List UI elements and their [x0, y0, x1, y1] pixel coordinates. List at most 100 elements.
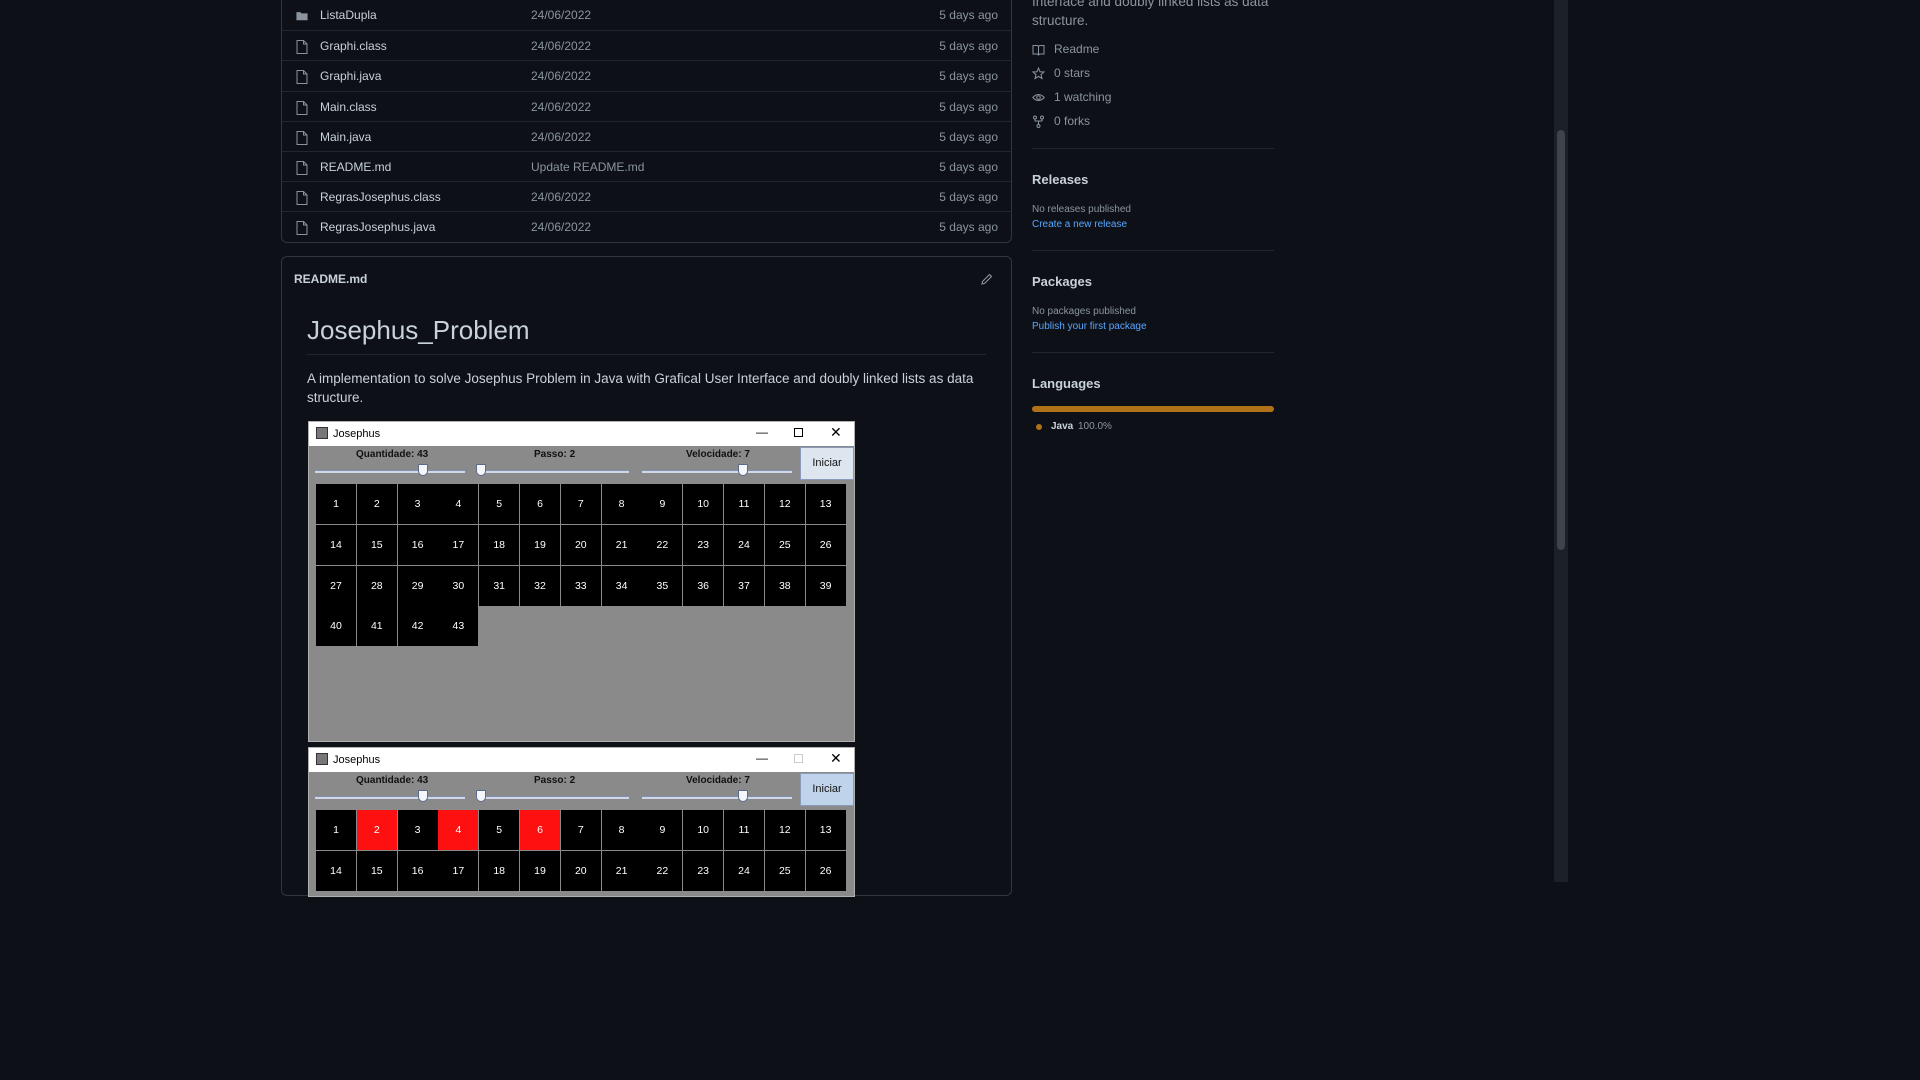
- close-icon[interactable]: ✕: [830, 750, 842, 767]
- maximize-icon[interactable]: [794, 428, 803, 437]
- pencil-icon[interactable]: [981, 273, 993, 285]
- file-row[interactable]: Graphi.class 24/06/2022 5 days ago: [282, 30, 1011, 60]
- person-cell: 19: [520, 524, 560, 565]
- speed-label: Velocidade: 7: [686, 775, 750, 786]
- person-cell: 2: [356, 484, 397, 524]
- person-cell: 7: [560, 484, 601, 524]
- commit-age: 5 days ago: [939, 8, 998, 22]
- minimize-icon[interactable]: —: [756, 751, 768, 765]
- step-slider[interactable]: [476, 796, 629, 799]
- file-name-link[interactable]: README.md: [320, 160, 391, 174]
- person-cell: 43: [438, 606, 479, 647]
- quantity-slider[interactable]: [315, 796, 465, 799]
- file-name-link[interactable]: Graphi.class: [320, 39, 387, 53]
- step-slider-thumb[interactable]: [476, 790, 486, 802]
- readme-filename[interactable]: README.md: [294, 272, 367, 286]
- packages-heading[interactable]: Packages: [1032, 274, 1092, 289]
- person-cell: 16: [397, 850, 438, 891]
- maximize-icon[interactable]: [794, 754, 803, 763]
- person-cell: 19: [520, 850, 560, 891]
- file-name-link[interactable]: Main.java: [320, 130, 371, 144]
- close-icon[interactable]: ✕: [830, 424, 842, 441]
- releases-heading[interactable]: Releases: [1032, 172, 1088, 187]
- speed-slider-thumb[interactable]: [737, 464, 748, 476]
- person-cell: 20: [560, 850, 601, 891]
- file-row[interactable]: README.md Update README.md 5 days ago: [282, 151, 1011, 181]
- readme-description: A implementation to solve Josephus Probl…: [307, 371, 974, 405]
- readme-divider: [307, 354, 986, 355]
- commit-age: 5 days ago: [939, 129, 998, 144]
- file-row[interactable]: ListaDupla 24/06/2022 5 days ago: [282, 0, 1011, 30]
- app-window-initial: Josephus — ✕ Quantidade: 43 Passo: 2 Velocida…: [308, 421, 855, 742]
- window-titlebar[interactable]: Josephus — ✕: [309, 422, 854, 446]
- step-slider-thumb[interactable]: [476, 464, 486, 476]
- person-cell: 21: [601, 524, 642, 565]
- person-cell: 30: [438, 565, 479, 606]
- file-row[interactable]: RegrasJosephus.java 24/06/2022 5 days ago: [282, 211, 1011, 241]
- quantity-slider-thumb[interactable]: [418, 464, 428, 476]
- publish-package-link[interactable]: Publish your first package: [1032, 321, 1147, 332]
- person-cell: 15: [356, 850, 397, 891]
- person-cell: 26: [805, 850, 846, 891]
- person-cell: 32: [520, 565, 560, 606]
- person-cell: 10: [683, 484, 724, 524]
- commit-age: 5 days ago: [939, 39, 998, 54]
- star-icon: [1032, 67, 1045, 80]
- person-cell: 3: [397, 810, 438, 850]
- sidebar-link-label: 0 stars: [1054, 66, 1091, 80]
- file-row[interactable]: Main.class 24/06/2022 5 days ago: [282, 90, 1011, 121]
- person-cell: 6: [520, 810, 560, 850]
- commit-message-link[interactable]: 24/06/2022: [531, 8, 591, 22]
- person-cell: 23: [683, 524, 724, 565]
- commit-message-link[interactable]: Update README.md: [531, 160, 644, 174]
- file-icon: [296, 130, 308, 145]
- quantity-slider-thumb[interactable]: [418, 790, 428, 802]
- sidebar-divider: [1032, 352, 1274, 353]
- folder-icon: [296, 12, 308, 21]
- person-cell: 5: [479, 810, 520, 850]
- quantity-slider[interactable]: [315, 470, 465, 473]
- commit-message-link[interactable]: 24/06/2022: [531, 39, 591, 53]
- commit-message-link[interactable]: 24/06/2022: [531, 69, 591, 83]
- file-name-link[interactable]: Main.class: [320, 100, 377, 114]
- file-icon: [296, 161, 308, 175]
- control-panel: Quantidade: 43 Passo: 2 Velocidade: 7 Inici…: [309, 446, 854, 482]
- book-icon: [1032, 45, 1045, 56]
- file-name-link[interactable]: RegrasJosephus.java: [320, 220, 435, 234]
- speed-label: Velocidade: 7: [686, 449, 750, 460]
- start-button[interactable]: Iniciar: [800, 773, 854, 806]
- about-description: Interface and doubly linked lists as dat…: [1032, 0, 1269, 28]
- person-cell: 14: [316, 850, 356, 891]
- control-panel: Quantidade: 43 Passo: 2 Velocidade: 7 Inici…: [309, 772, 854, 808]
- file-name-link[interactable]: RegrasJosephus.class: [320, 190, 441, 204]
- file-row[interactable]: Main.java 24/06/2022 5 days ago: [282, 120, 1011, 151]
- window-titlebar[interactable]: Josephus — ✕: [309, 748, 854, 772]
- speed-slider[interactable]: [642, 470, 792, 473]
- window-title: Josephus: [333, 754, 381, 766]
- commit-message-link[interactable]: 24/06/2022: [531, 100, 591, 114]
- create-release-link[interactable]: Create a new release: [1032, 219, 1127, 230]
- start-button[interactable]: Iniciar: [800, 447, 854, 480]
- speed-slider-thumb[interactable]: [737, 790, 748, 802]
- step-slider[interactable]: [476, 470, 629, 473]
- person-cell: 24: [724, 524, 764, 565]
- page-scrollbar[interactable]: [1554, 0, 1568, 882]
- file-name-link[interactable]: Graphi.java: [320, 69, 381, 83]
- person-cell: 37: [724, 565, 764, 606]
- person-cell: 35: [642, 565, 683, 606]
- minimize-icon[interactable]: —: [756, 425, 768, 439]
- person-cell: 9: [642, 810, 683, 850]
- person-cell: 24: [724, 850, 764, 891]
- person-cell: 18: [479, 850, 520, 891]
- commit-message-link[interactable]: 24/06/2022: [531, 190, 591, 204]
- file-name-link[interactable]: ListaDupla: [320, 8, 377, 22]
- file-row[interactable]: Graphi.java 24/06/2022 5 days ago: [282, 60, 1011, 90]
- commit-message-link[interactable]: 24/06/2022: [531, 220, 591, 234]
- speed-slider[interactable]: [642, 796, 792, 799]
- file-row[interactable]: RegrasJosephus.class 24/06/2022 5 days ago: [282, 181, 1011, 211]
- person-cell: 31: [479, 565, 520, 606]
- file-icon: [296, 100, 308, 115]
- commit-message-link[interactable]: 24/06/2022: [531, 130, 591, 144]
- scrollbar-thumb[interactable]: [1557, 130, 1565, 550]
- person-cell: 6: [520, 484, 560, 524]
